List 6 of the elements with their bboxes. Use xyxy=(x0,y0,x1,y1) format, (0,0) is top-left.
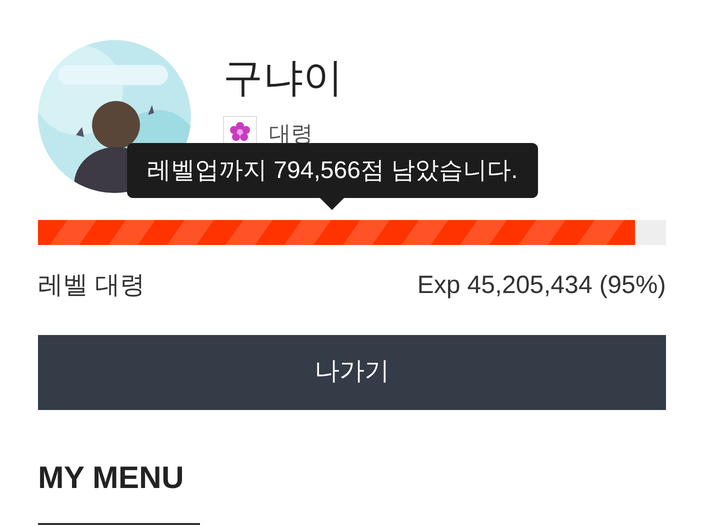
nickname: 구냐이 xyxy=(223,55,343,102)
section-title: MY MENU xyxy=(38,458,184,496)
tooltip: 레벨업까지 794,566점 남았습니다. xyxy=(127,143,538,198)
level-label: 레벨 대령 xyxy=(38,270,145,301)
exit-button[interactable]: 나가기 xyxy=(38,334,666,410)
exp-label: Exp 45,205,434 (95%) xyxy=(417,270,666,301)
